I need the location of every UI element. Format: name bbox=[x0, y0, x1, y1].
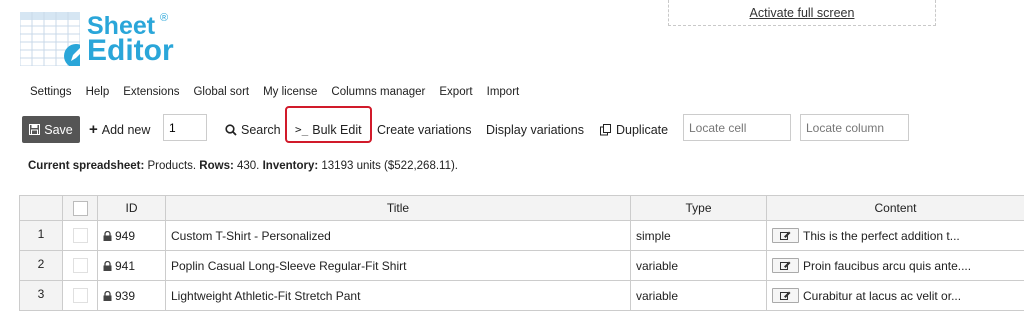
edit-icon bbox=[780, 291, 791, 300]
locate-column-input[interactable] bbox=[800, 114, 909, 141]
bulk-edit-highlight bbox=[285, 106, 372, 143]
info-inventory-label: Inventory: bbox=[262, 160, 319, 172]
menu-columns-manager[interactable]: Columns manager bbox=[331, 86, 425, 102]
info-sheet-value: Products. bbox=[147, 160, 197, 172]
row-checkbox-cell bbox=[63, 251, 98, 281]
edit-icon bbox=[780, 231, 791, 240]
search-button[interactable]: Search bbox=[225, 116, 281, 143]
lock-icon bbox=[103, 290, 112, 301]
info-inventory-value: 13193 units ($522,268.11). bbox=[321, 160, 459, 172]
display-variations-button[interactable]: Display variations bbox=[486, 116, 584, 143]
fullscreen-box: Activate full screen bbox=[668, 0, 936, 26]
edit-icon bbox=[780, 261, 791, 270]
create-variations-button[interactable]: Create variations bbox=[377, 116, 472, 143]
id-cell[interactable]: 941 bbox=[98, 251, 166, 281]
add-new-button[interactable]: + Add new bbox=[89, 116, 150, 143]
table-header-row: ID Title Type Content bbox=[19, 195, 1024, 221]
duplicate-icon bbox=[600, 123, 611, 135]
row-checkbox[interactable] bbox=[72, 228, 88, 243]
table-row: 2 941 Poplin Casual Long-Sleeve Regular-… bbox=[19, 251, 1024, 281]
title-cell[interactable]: Lightweight Athletic-Fit Stretch Pant bbox=[166, 281, 631, 311]
spreadsheet-info: Current spreadsheet: Products. Rows: 430… bbox=[28, 160, 458, 172]
logo-registered-mark: ® bbox=[160, 12, 169, 24]
content-cell[interactable]: Proin faucibus arcu quis ante.... bbox=[767, 251, 1024, 281]
type-cell[interactable]: variable bbox=[631, 281, 767, 311]
info-rows-label: Rows: bbox=[199, 160, 234, 172]
id-cell[interactable]: 939 bbox=[98, 281, 166, 311]
table-row: 1 949 Custom T-Shirt - Personalized simp… bbox=[19, 221, 1024, 251]
edit-content-button[interactable] bbox=[772, 258, 799, 273]
row-checkbox[interactable] bbox=[72, 288, 88, 303]
row-number[interactable]: 2 bbox=[19, 251, 63, 281]
search-label: Search bbox=[241, 122, 281, 137]
header-checkbox-cell bbox=[63, 195, 98, 221]
spreadsheet-logo-icon bbox=[20, 12, 80, 66]
lock-icon bbox=[103, 260, 112, 271]
id-value: 941 bbox=[115, 258, 136, 273]
column-header-content[interactable]: Content bbox=[767, 195, 1024, 221]
title-cell[interactable]: Poplin Casual Long-Sleeve Regular-Fit Sh… bbox=[166, 251, 631, 281]
type-cell[interactable]: simple bbox=[631, 221, 767, 251]
column-header-type[interactable]: Type bbox=[631, 195, 767, 221]
top-menu: Settings Help Extensions Global sort My … bbox=[30, 86, 533, 102]
content-cell[interactable]: This is the perfect addition t... bbox=[767, 221, 1024, 251]
menu-import[interactable]: Import bbox=[487, 86, 520, 102]
id-value: 949 bbox=[115, 228, 136, 243]
select-all-checkbox[interactable] bbox=[72, 200, 88, 216]
row-checkbox-cell bbox=[63, 281, 98, 311]
logo: Sheet ® Editor bbox=[20, 12, 185, 70]
content-cell[interactable]: Curabitur at lacus ac velit or... bbox=[767, 281, 1024, 311]
save-label: Save bbox=[44, 122, 73, 137]
menu-export[interactable]: Export bbox=[439, 86, 472, 102]
row-checkbox[interactable] bbox=[72, 258, 88, 273]
info-rows-value: 430. bbox=[237, 160, 260, 172]
edit-content-button[interactable] bbox=[772, 288, 799, 303]
save-button[interactable]: Save bbox=[22, 116, 80, 143]
column-header-title[interactable]: Title bbox=[166, 195, 631, 221]
type-cell[interactable]: variable bbox=[631, 251, 767, 281]
menu-settings[interactable]: Settings bbox=[30, 86, 72, 102]
row-number[interactable]: 3 bbox=[19, 281, 63, 311]
table-row: 3 939 Lightweight Athletic-Fit Stretch P… bbox=[19, 281, 1024, 311]
menu-my-license[interactable]: My license bbox=[263, 86, 317, 102]
row-checkbox-cell bbox=[63, 221, 98, 251]
duplicate-button[interactable]: Duplicate bbox=[600, 116, 668, 143]
activate-fullscreen-link[interactable]: Activate full screen bbox=[750, 6, 855, 20]
locate-cell-input[interactable] bbox=[683, 114, 791, 141]
corner-cell bbox=[19, 195, 63, 221]
content-value: This is the perfect addition t... bbox=[803, 228, 960, 243]
plus-icon: + bbox=[89, 121, 98, 138]
menu-help[interactable]: Help bbox=[86, 86, 110, 102]
info-sheet-label: Current spreadsheet: bbox=[28, 160, 145, 172]
menu-extensions[interactable]: Extensions bbox=[123, 86, 179, 102]
title-cell[interactable]: Custom T-Shirt - Personalized bbox=[166, 221, 631, 251]
row-number[interactable]: 1 bbox=[19, 221, 63, 251]
add-count-input[interactable] bbox=[163, 114, 207, 141]
content-value: Curabitur at lacus ac velit or... bbox=[803, 288, 962, 303]
duplicate-label: Duplicate bbox=[616, 122, 669, 137]
logo-text-editor: Editor bbox=[87, 34, 174, 67]
edit-content-button[interactable] bbox=[772, 228, 799, 243]
column-header-id[interactable]: ID bbox=[98, 195, 166, 221]
content-value: Proin faucibus arcu quis ante.... bbox=[803, 258, 972, 273]
display-variations-label: Display variations bbox=[486, 122, 584, 137]
add-new-label: Add new bbox=[101, 122, 151, 137]
id-value: 939 bbox=[115, 288, 136, 303]
create-variations-label: Create variations bbox=[377, 122, 472, 137]
menu-global-sort[interactable]: Global sort bbox=[193, 86, 249, 102]
save-icon bbox=[29, 124, 41, 135]
search-icon bbox=[225, 123, 237, 136]
lock-icon bbox=[103, 230, 112, 241]
id-cell[interactable]: 949 bbox=[98, 221, 166, 251]
